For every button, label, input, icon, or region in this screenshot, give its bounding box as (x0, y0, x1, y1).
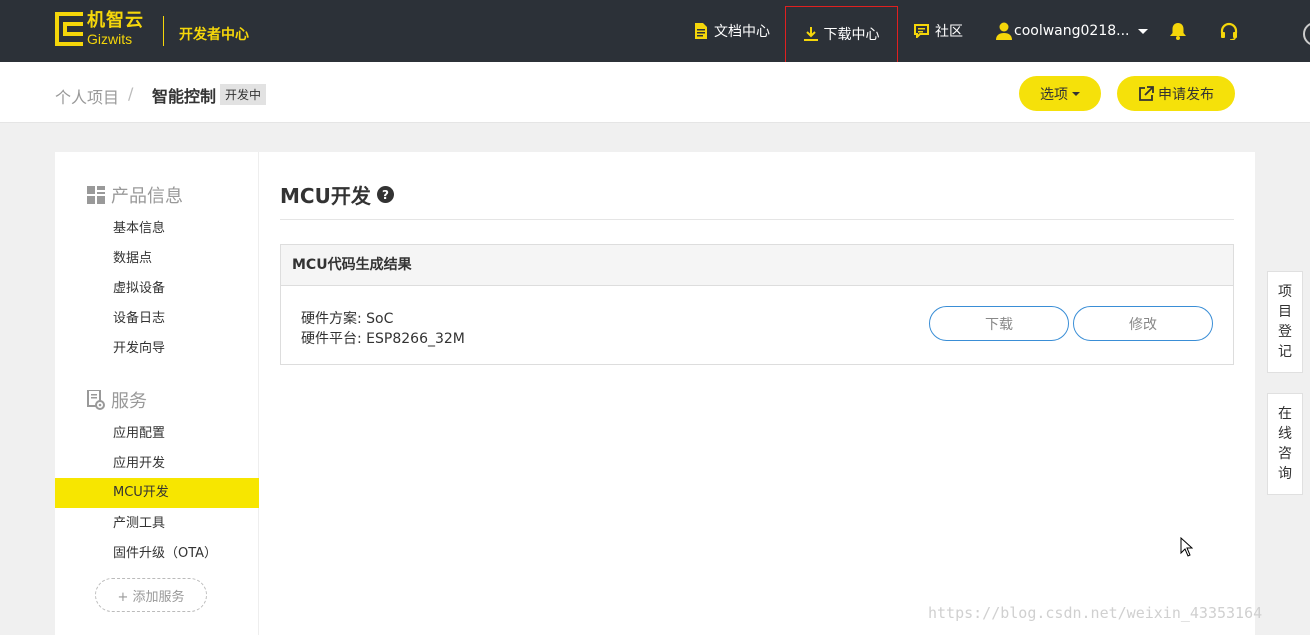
sidebar-item-app-dev[interactable]: 应用开发 (55, 449, 259, 479)
chevron-down-icon (1137, 28, 1148, 34)
nav-download-label: 下载中心 (823, 27, 880, 43)
sidebar-item-dev-guide[interactable]: 开发向导 (55, 334, 259, 364)
sidebar-item-mcu-dev[interactable]: MCU开发 (55, 478, 259, 508)
document-icon (695, 23, 707, 39)
breadcrumb-bar: 个人项目 / 智能控制 开发中 选项 申请发布 (0, 62, 1310, 123)
sidebar-item-app-config[interactable]: 应用配置 (55, 419, 259, 449)
gizwits-logo-icon (55, 12, 83, 46)
page-title-text: MCU开发 (280, 184, 371, 208)
tab-char: 项 (1278, 284, 1292, 300)
tab-char: 登 (1278, 324, 1292, 340)
logo-text-en: Gizwits (87, 31, 133, 47)
developer-center-link[interactable]: 开发者中心 (179, 24, 249, 44)
online-consult-tab[interactable]: 在 线 咨 询 (1267, 393, 1303, 495)
breadcrumb-current-project: 智能控制 (152, 87, 217, 106)
top-nav-bar: 机智云 Gizwits 开发者中心 文档中心 下载中心 社区 coolwang0… (0, 0, 1310, 74)
sidebar-section-service-label: 服务 (111, 391, 147, 412)
nav-community[interactable]: 社区 (914, 0, 963, 62)
svg-text:?: ? (382, 188, 389, 202)
download-code-button[interactable]: 下载 (929, 306, 1069, 341)
hardware-platform: 硬件平台: ESP8266_32M (301, 331, 465, 347)
user-menu[interactable]: coolwang0218... (996, 0, 1148, 62)
sidebar-item-basic-info[interactable]: 基本信息 (55, 214, 259, 244)
options-dropdown-button[interactable]: 选项 (1019, 76, 1101, 111)
sidebar-item-production-test[interactable]: 产测工具 (55, 509, 259, 539)
main-card: 产品信息 基本信息 数据点 虚拟设备 设备日志 开发向导 服务 应用配置 应用开… (55, 152, 1255, 635)
notifications-button[interactable] (1170, 0, 1192, 62)
sidebar-section-service: 服务 (87, 387, 147, 413)
sidebar-item-data-points[interactable]: 数据点 (55, 244, 259, 274)
nav-docs-label: 文档中心 (714, 24, 770, 40)
tab-char: 记 (1278, 344, 1292, 360)
status-badge: 开发中 (220, 84, 267, 105)
support-button[interactable] (1220, 0, 1244, 62)
watermark: https://blog.csdn.net/weixin_43353164 (928, 604, 1263, 622)
help-icon[interactable]: ? (376, 186, 394, 203)
project-register-tab[interactable]: 项 目 登 记 (1267, 271, 1303, 373)
logo-divider (163, 16, 164, 46)
breadcrumb-separator: / (128, 84, 134, 103)
logo-text-cn: 机智云 (87, 10, 144, 31)
tab-char: 目 (1278, 304, 1292, 320)
user-name: coolwang0218... (1014, 23, 1130, 39)
sidebar-item-virtual-device[interactable]: 虚拟设备 (55, 274, 259, 304)
add-service-button[interactable]: + 添加服务 (95, 578, 207, 612)
edge-widget-icon[interactable] (1303, 22, 1310, 46)
breadcrumb-personal-projects[interactable]: 个人项目 (55, 84, 119, 108)
publish-label: 申请发布 (1158, 86, 1214, 103)
headset-icon (1220, 22, 1238, 40)
mcu-result-panel: MCU代码生成结果 硬件方案: SoC 硬件平台: ESP8266_32M 下载… (280, 244, 1234, 365)
download-icon (803, 27, 818, 41)
bell-icon (1170, 22, 1186, 40)
user-icon (996, 22, 1012, 40)
title-divider (280, 219, 1234, 220)
tab-char: 询 (1278, 466, 1292, 482)
sidebar: 产品信息 基本信息 数据点 虚拟设备 设备日志 开发向导 服务 应用配置 应用开… (55, 152, 259, 635)
chat-icon (914, 24, 929, 38)
sidebar-item-ota[interactable]: 固件升级（OTA） (55, 539, 259, 569)
hardware-scheme: 硬件方案: SoC (301, 311, 394, 327)
tab-char: 在 (1278, 406, 1292, 422)
apply-publish-button[interactable]: 申请发布 (1117, 76, 1235, 111)
nav-community-label: 社区 (935, 24, 963, 40)
sidebar-item-device-log[interactable]: 设备日志 (55, 304, 259, 334)
edit-config-button[interactable]: 修改 (1073, 306, 1213, 341)
chevron-down-icon (1072, 91, 1080, 96)
sidebar-section-product: 产品信息 (87, 182, 183, 208)
gizwits-logo[interactable]: 机智云 Gizwits (55, 12, 144, 46)
nav-docs-center[interactable]: 文档中心 (694, 0, 770, 62)
page-title: MCU开发 ? (280, 180, 394, 209)
grid-icon (87, 186, 105, 204)
options-label: 选项 (1040, 86, 1068, 103)
mouse-cursor-icon (1180, 537, 1193, 557)
tab-char: 线 (1278, 426, 1292, 442)
service-gear-icon (87, 390, 105, 410)
tab-char: 咨 (1278, 446, 1292, 462)
sidebar-section-product-label: 产品信息 (111, 186, 183, 207)
external-link-icon (1139, 85, 1154, 101)
panel-title: MCU代码生成结果 (281, 245, 1233, 286)
